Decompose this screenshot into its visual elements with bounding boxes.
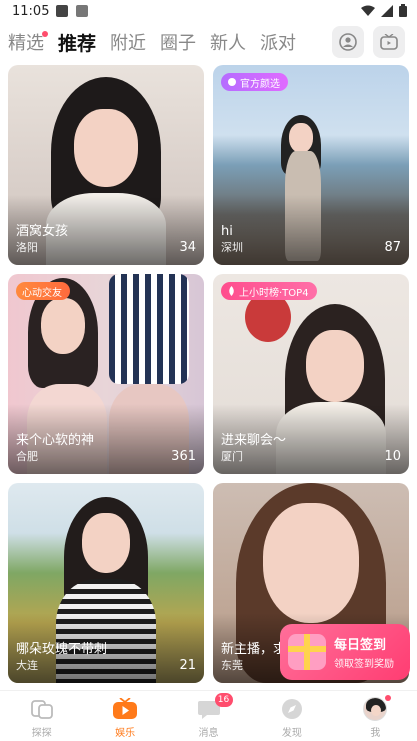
badge-label: 官方颜选 bbox=[240, 78, 280, 90]
compass-icon bbox=[279, 697, 305, 721]
badge-hourly-rank: 上小时榜·TOP4 bbox=[221, 282, 317, 300]
tab-label: 圈子 bbox=[160, 33, 197, 54]
star-icon bbox=[228, 78, 236, 86]
tab-label: 派对 bbox=[260, 33, 297, 54]
live-tv-button[interactable] bbox=[373, 26, 405, 58]
tab-party[interactable]: 派对 bbox=[260, 31, 296, 57]
streamer-card[interactable]: 酒窝女孩 洛阳 34 bbox=[8, 65, 204, 265]
nav-label: 发现 bbox=[281, 728, 302, 739]
flame-icon bbox=[229, 286, 234, 296]
battery-icon bbox=[399, 4, 407, 17]
card-count: 361 bbox=[171, 449, 196, 464]
tab-dot bbox=[42, 31, 48, 37]
profile-circle-icon bbox=[339, 33, 357, 51]
badge-label: 心动交友 bbox=[22, 287, 62, 299]
profile-button[interactable] bbox=[332, 26, 364, 58]
streamer-grid: 酒窝女孩 洛阳 34 官方颜选 hi 深圳 87 心动交友 来个心软的神 合肥 … bbox=[8, 65, 410, 683]
tab-label: 推荐 bbox=[58, 33, 97, 55]
card-count: 87 bbox=[384, 240, 401, 255]
streamer-card[interactable]: 哪朵玫瑰不带刺 大连 21 bbox=[8, 483, 204, 683]
message-count-badge: 16 bbox=[214, 693, 233, 707]
badge-label: 上小时榜·TOP4 bbox=[239, 287, 309, 299]
nav-label: 我 bbox=[370, 728, 381, 739]
card-name: 酒窝女孩 bbox=[16, 224, 69, 239]
tab-label: 精选 bbox=[8, 33, 44, 54]
card-location: 合肥 bbox=[16, 450, 38, 463]
top-tabs: 精选 推荐 附近 圈子 新人 派对 bbox=[8, 28, 310, 60]
tab-nearby[interactable]: 附近 bbox=[110, 31, 146, 57]
explore-icon bbox=[29, 697, 55, 721]
checkin-subtitle: 领取签到奖励 bbox=[334, 659, 394, 670]
bottom-nav: 探探 娱乐 16 消息 发现 我 bbox=[0, 690, 417, 741]
nav-me[interactable]: 我 bbox=[334, 691, 417, 741]
nav-discover[interactable]: 发现 bbox=[250, 691, 333, 741]
streamer-card[interactable]: 官方颜选 hi 深圳 87 bbox=[213, 65, 409, 265]
nav-label: 消息 bbox=[198, 728, 219, 739]
status-right-icons bbox=[361, 4, 407, 17]
notification-icon bbox=[56, 5, 68, 17]
tab-label: 附近 bbox=[110, 33, 147, 54]
card-name: 哪朵玫瑰不带刺 bbox=[16, 642, 108, 657]
nav-label: 探探 bbox=[31, 728, 52, 739]
signal-icon bbox=[381, 4, 393, 17]
nav-label: 娱乐 bbox=[115, 728, 136, 739]
card-name: 新主播，求 bbox=[221, 642, 287, 657]
card-location: 大连 bbox=[16, 659, 38, 672]
card-name: 进来聊会～ bbox=[221, 433, 287, 448]
nav-entertainment[interactable]: 娱乐 bbox=[83, 691, 166, 741]
card-count: 10 bbox=[384, 449, 401, 464]
card-name: 来个心软的神 bbox=[16, 433, 95, 448]
nav-messages[interactable]: 16 消息 bbox=[167, 691, 250, 741]
status-time: 11:05 bbox=[12, 4, 50, 19]
card-location: 厦门 bbox=[221, 450, 243, 463]
tv-icon bbox=[380, 34, 398, 50]
card-location: 东莞 bbox=[221, 659, 243, 672]
daily-checkin-banner[interactable]: 每日签到 领取签到奖励 bbox=[280, 624, 410, 680]
streamer-card[interactable]: 上小时榜·TOP4 进来聊会～ 厦门 10 bbox=[213, 274, 409, 474]
card-location: 洛阳 bbox=[16, 241, 38, 254]
badge-official-pick: 官方颜选 bbox=[221, 73, 288, 91]
wifi-icon bbox=[361, 5, 375, 16]
badge-heartbeat: 心动交友 bbox=[16, 282, 70, 300]
tab-label: 新人 bbox=[210, 33, 247, 54]
checkin-title: 每日签到 bbox=[334, 638, 387, 653]
status-bar: 11:05 bbox=[0, 0, 417, 24]
notification-dot bbox=[385, 695, 392, 701]
card-location: 深圳 bbox=[221, 241, 243, 254]
gift-icon bbox=[288, 634, 326, 670]
avatar-icon bbox=[363, 697, 388, 721]
card-count: 21 bbox=[179, 658, 196, 673]
streamer-card[interactable]: 心动交友 来个心软的神 合肥 361 bbox=[8, 274, 204, 474]
tab-recommend[interactable]: 推荐 bbox=[58, 31, 96, 57]
card-count: 34 bbox=[179, 240, 196, 255]
nav-explore[interactable]: 探探 bbox=[0, 691, 83, 741]
a-icon bbox=[76, 5, 88, 17]
play-icon bbox=[112, 697, 138, 721]
tab-featured[interactable]: 精选 bbox=[8, 31, 48, 57]
tab-newcomer[interactable]: 新人 bbox=[210, 31, 246, 57]
card-name: hi bbox=[221, 224, 233, 239]
tab-circle[interactable]: 圈子 bbox=[160, 31, 196, 57]
